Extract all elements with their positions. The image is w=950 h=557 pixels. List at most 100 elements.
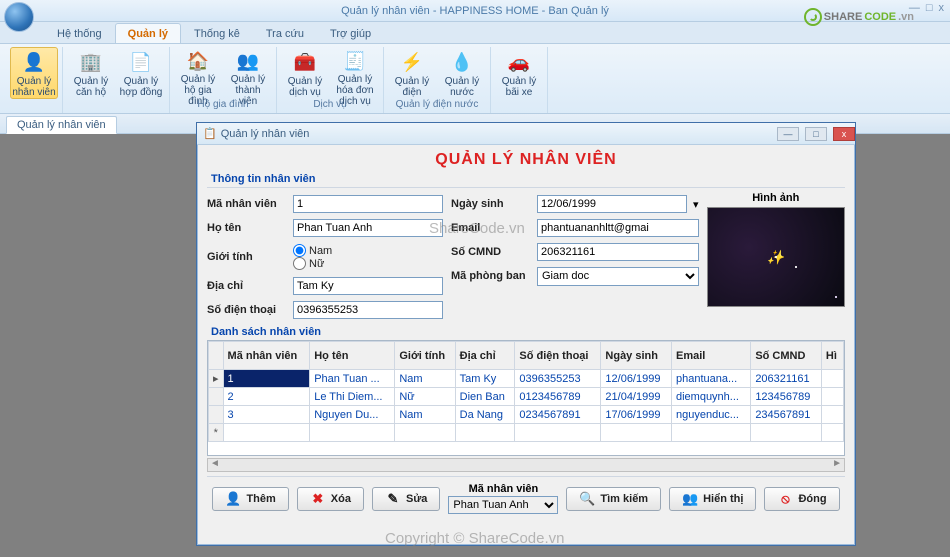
main-maximize-button[interactable]: □ xyxy=(926,2,933,14)
input-name[interactable] xyxy=(293,219,443,237)
input-dob[interactable] xyxy=(537,195,687,213)
show-button[interactable]: 👥Hiển thị xyxy=(669,487,756,511)
table-cell[interactable]: phantuana... xyxy=(671,370,750,388)
table-cell[interactable]: Phan Tuan ... xyxy=(310,370,395,388)
table-cell[interactable]: 123456789 xyxy=(751,388,822,406)
select-dept[interactable]: Giam doc xyxy=(537,267,699,286)
radio-male-label[interactable]: Nam xyxy=(293,244,332,257)
table-cell[interactable]: Da Nang xyxy=(455,406,515,424)
table-cell[interactable]: nguyenduc... xyxy=(671,406,750,424)
add-icon: 👤 xyxy=(225,491,241,507)
sharecode-logo-icon xyxy=(804,8,822,26)
table-cell[interactable]: 21/04/1999 xyxy=(601,388,672,406)
mdi-client-area: 📋 Quản lý nhân viên — □ x QUẢN LÝ NHÂN V… xyxy=(0,134,950,557)
table-row[interactable]: 2Le Thi Diem...NữDien Ban012345678921/04… xyxy=(209,388,844,406)
table-header[interactable]: Địa chỉ xyxy=(455,342,515,370)
close-button[interactable]: ⦸Đóng xyxy=(764,487,839,511)
table-header[interactable]: Số CMND xyxy=(751,342,822,370)
document-tab[interactable]: Quản lý nhân viên xyxy=(6,116,117,134)
ribbon-button[interactable]: 👥Quản lý thành viên xyxy=(224,47,272,99)
ribbon-button[interactable]: 🏠Quản lý hộ gia đình xyxy=(174,47,222,99)
input-cmnd[interactable] xyxy=(537,243,699,261)
ribbon-button[interactable]: 🧾Quản lý hóa đơn dịch vụ xyxy=(331,47,379,99)
child-minimize-button[interactable]: — xyxy=(777,127,799,141)
table-cell[interactable]: 17/06/1999 xyxy=(601,406,672,424)
radio-female-label[interactable]: Nữ xyxy=(293,257,332,270)
table-row[interactable]: 3Nguyen Du...NamDa Nang023456789117/06/1… xyxy=(209,406,844,424)
table-cell[interactable]: 0123456789 xyxy=(515,388,601,406)
table-cell[interactable]: Nữ xyxy=(395,388,455,406)
table-cell[interactable]: 206321161 xyxy=(751,370,822,388)
search-field-select[interactable]: Phan Tuan Anh xyxy=(448,496,558,514)
child-close-button[interactable]: x xyxy=(833,127,855,141)
ribbon-group-label: Hộ gia đình xyxy=(193,99,252,111)
table-cell[interactable]: 0234567891 xyxy=(515,406,601,424)
group-list-title: Danh sách nhân viên xyxy=(211,326,845,338)
employee-table[interactable]: Mã nhân viênHọ tênGiới tínhĐịa chỉSố điệ… xyxy=(207,340,845,456)
child-maximize-button[interactable]: □ xyxy=(805,127,827,141)
ribbon-button-icon: 🏠 xyxy=(185,52,211,72)
input-address[interactable] xyxy=(293,277,443,295)
radio-male[interactable] xyxy=(293,244,306,257)
table-header[interactable]: Số điện thoại xyxy=(515,342,601,370)
table-cell[interactable]: 234567891 xyxy=(751,406,822,424)
ribbon-button-icon: 🧾 xyxy=(342,52,368,72)
table-cell[interactable]: Le Thi Diem... xyxy=(310,388,395,406)
label-email: Email xyxy=(451,222,531,234)
table-cell[interactable]: 2 xyxy=(223,388,310,406)
add-button[interactable]: 👤Thêm xyxy=(212,487,288,511)
ribbon-tab-0[interactable]: Hệ thống xyxy=(44,23,115,43)
ribbon-tab-3[interactable]: Tra cứu xyxy=(253,23,317,43)
ribbon-group-label: Quản lý điện nước xyxy=(392,99,483,111)
delete-button[interactable]: ✖Xóa xyxy=(297,487,364,511)
table-cell[interactable]: 1 xyxy=(223,370,310,388)
search-button[interactable]: 🔍Tìm kiếm xyxy=(566,487,661,511)
horizontal-scrollbar[interactable] xyxy=(207,458,845,472)
child-window: 📋 Quản lý nhân viên — □ x QUẢN LÝ NHÂN V… xyxy=(196,122,856,546)
table-cell[interactable]: Dien Ban xyxy=(455,388,515,406)
edit-button[interactable]: ✎Sửa xyxy=(372,487,440,511)
table-cell[interactable]: Nam xyxy=(395,370,455,388)
table-cell[interactable]: Nguyen Du... xyxy=(310,406,395,424)
employee-form: Mã nhân viên Họ tên Giới tính Nam Nữ Địa… xyxy=(207,187,845,322)
table-cell[interactable]: Nam xyxy=(395,406,455,424)
ribbon-button[interactable]: 📄Quản lý hợp đồng xyxy=(117,47,165,99)
table-header[interactable]: Họ tên xyxy=(310,342,395,370)
ribbon-button-icon: 👥 xyxy=(235,52,261,72)
table-header[interactable]: Giới tính xyxy=(395,342,455,370)
label-phone: Số điện thoại xyxy=(207,304,287,316)
table-header[interactable]: Ngày sinh xyxy=(601,342,672,370)
ribbon-button-icon: 📄 xyxy=(128,52,154,74)
ribbon-button[interactable]: 💧Quản lý nước xyxy=(438,47,486,99)
app-orb-icon[interactable] xyxy=(4,2,34,32)
radio-female[interactable] xyxy=(293,257,306,270)
table-cell[interactable]: 3 xyxy=(223,406,310,424)
ribbon-tab-4[interactable]: Trợ giúp xyxy=(317,23,384,43)
ribbon-button[interactable]: 🏢Quản lý căn hộ xyxy=(67,47,115,99)
table-cell[interactable]: 12/06/1999 xyxy=(601,370,672,388)
ribbon-button[interactable]: 🧰Quản lý dịch vụ xyxy=(281,47,329,99)
datepicker-icon[interactable]: ▾ xyxy=(693,198,699,211)
ribbon-button-label: Quản lý nhân viên xyxy=(11,76,57,98)
table-header[interactable]: Hì xyxy=(821,342,843,370)
ribbon-button[interactable]: 👤Quản lý nhân viên xyxy=(10,47,58,99)
input-phone[interactable] xyxy=(293,301,443,319)
ribbon-button[interactable]: ⚡Quản lý điện xyxy=(388,47,436,99)
table-header[interactable]: Email xyxy=(671,342,750,370)
group-info-title: Thông tin nhân viên xyxy=(211,173,845,185)
ribbon-tab-1[interactable]: Quản lý xyxy=(115,23,181,43)
table-cell[interactable]: 0396355253 xyxy=(515,370,601,388)
input-email[interactable] xyxy=(537,219,699,237)
label-address: Địa chỉ xyxy=(207,280,287,292)
child-window-titlebar[interactable]: 📋 Quản lý nhân viên — □ x xyxy=(197,123,855,145)
ribbon-button[interactable]: 🚗Quản lý bãi xe xyxy=(495,47,543,99)
employee-image[interactable]: ✨ xyxy=(707,207,845,307)
main-close-button[interactable]: x xyxy=(939,2,945,14)
table-cell[interactable]: Tam Ky xyxy=(455,370,515,388)
table-cell[interactable]: diemquynh... xyxy=(671,388,750,406)
table-row[interactable]: ▸1Phan Tuan ...NamTam Ky039635525312/06/… xyxy=(209,370,844,388)
sharecode-logo: SHARECODE.vn xyxy=(804,8,914,26)
input-id[interactable] xyxy=(293,195,443,213)
ribbon-tab-2[interactable]: Thống kê xyxy=(181,23,253,43)
table-header[interactable]: Mã nhân viên xyxy=(223,342,310,370)
